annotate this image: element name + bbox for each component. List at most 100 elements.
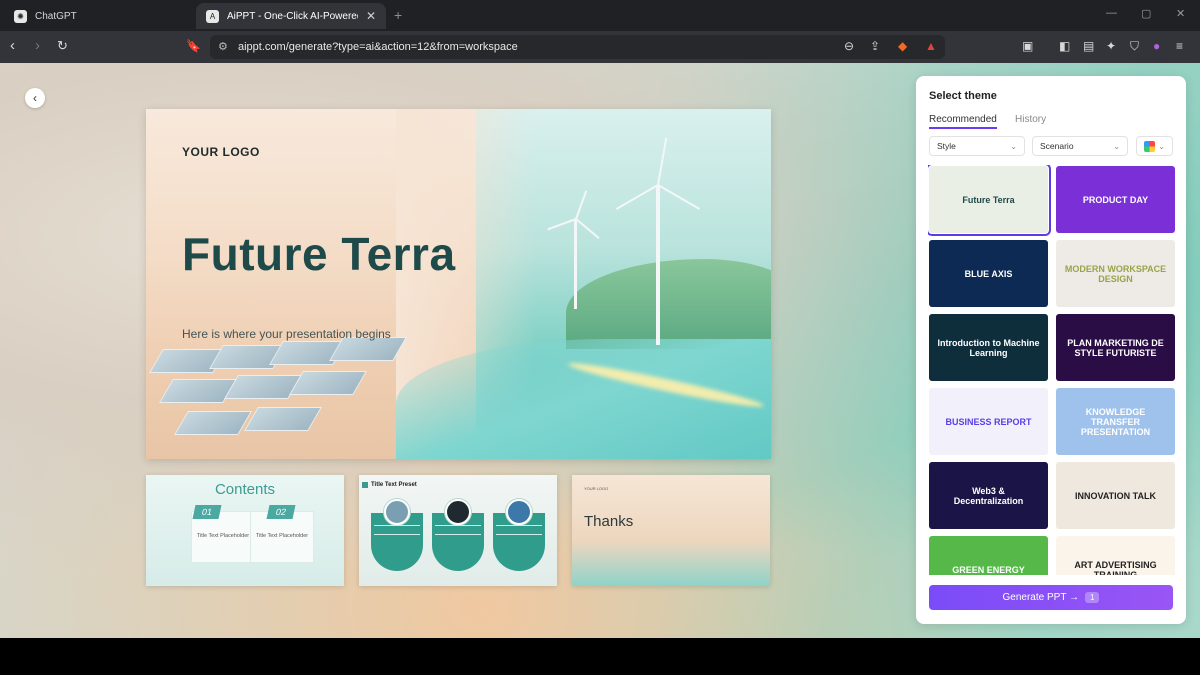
theme-card-label: INNOVATION TALK: [1075, 490, 1156, 501]
theme-panel-title: Select theme: [929, 90, 997, 102]
chatgpt-icon: ✺: [14, 9, 27, 23]
close-window-icon[interactable]: ✕: [1176, 7, 1185, 20]
nav-bar: ‹ › ↻ 🔖 ⚙ aippt.com/generate?type=ai&act…: [0, 31, 1200, 63]
share-icon[interactable]: ⇪: [870, 39, 880, 53]
tab-title: ChatGPT: [35, 10, 77, 22]
theme-card-label: Future Terra: [962, 194, 1015, 205]
minimize-icon[interactable]: —: [1106, 7, 1117, 19]
page-content: ‹ YOUR LOGO Future Terra Here is where y…: [0, 63, 1200, 638]
preset-text-lines: [496, 525, 542, 535]
slide-title: Future Terra: [182, 228, 456, 280]
theme-card[interactable]: GREEN ENERGY: [929, 536, 1048, 575]
contents-title: Contents: [214, 481, 276, 498]
zoom-icon[interactable]: ⊖: [844, 39, 854, 53]
preset-text-lines: [435, 525, 481, 535]
chevron-down-icon: ⌄: [1010, 141, 1017, 151]
theme-card-label: Web3 & Decentralization: [953, 485, 1024, 506]
scenario-dropdown[interactable]: Scenario ⌄: [1032, 136, 1128, 156]
contents-label: Title Text Placeholder: [196, 533, 250, 539]
theme-card[interactable]: Future Terra: [928, 165, 1051, 236]
theme-panel: Select theme Recommended History Style ⌄…: [916, 76, 1186, 624]
preset-image: [384, 499, 410, 525]
black-bar: [0, 638, 1200, 675]
close-tab-icon[interactable]: ✕: [366, 9, 376, 23]
scenario-dropdown-label: Scenario: [1040, 141, 1074, 151]
style-dropdown[interactable]: Style ⌄: [929, 136, 1025, 156]
tab-bar: ✺ ChatGPT A AiPPT - One-Click AI-Powered…: [0, 0, 1200, 31]
chevron-down-icon: ⌄: [1113, 141, 1120, 151]
thanks-title: Thanks: [584, 513, 634, 530]
generate-ppt-button[interactable]: Generate PPT → 1: [929, 585, 1173, 610]
maximize-icon[interactable]: ▢: [1141, 7, 1151, 20]
theme-card-label: Introduction to Machine Learning: [937, 337, 1040, 358]
theme-card[interactable]: KNOWLEDGE TRANSFER PRESENTATION: [1056, 388, 1175, 455]
new-tab-icon[interactable]: +: [394, 7, 402, 23]
sidebar-icon[interactable]: ◧: [1059, 39, 1070, 53]
theme-card[interactable]: BLUE AXIS: [929, 240, 1048, 307]
forward-icon[interactable]: ›: [35, 37, 40, 55]
slide-logo: YOUR LOGO: [182, 145, 260, 159]
tab-history[interactable]: History: [1015, 114, 1046, 125]
tab-title: AiPPT - One-Click AI-Powered S: [227, 10, 358, 22]
tab-aippt[interactable]: A AiPPT - One-Click AI-Powered S ✕: [196, 3, 386, 29]
theme-card[interactable]: MODERN WORKSPACE DESIGN: [1056, 240, 1175, 307]
title-marker: [362, 482, 368, 488]
back-icon[interactable]: ‹: [10, 37, 15, 55]
aippt-icon: A: [206, 9, 219, 23]
url-text: aippt.com/generate?type=ai&action=12&fro…: [238, 41, 518, 53]
generate-ppt-badge: 1: [1085, 592, 1100, 603]
thanks-logo: YOUR LOGO: [584, 486, 609, 491]
generate-ppt-label: Generate PPT →: [1002, 592, 1080, 603]
site-settings-icon[interactable]: ⚙: [218, 40, 228, 53]
theme-card[interactable]: Web3 & Decentralization: [929, 462, 1048, 529]
preset-image: [445, 499, 471, 525]
theme-card-label: PRODUCT DAY: [1082, 194, 1149, 205]
preset-text-lines: [374, 525, 420, 535]
rewards-icon[interactable]: ▲: [925, 39, 937, 53]
theme-card-label: BLUE AXIS: [964, 268, 1013, 279]
theme-card-label: ART ADVERTISING TRAINING: [1074, 559, 1157, 576]
chevron-left-icon: ‹: [33, 91, 37, 105]
theme-card[interactable]: PRODUCT DAY: [1056, 166, 1175, 233]
theme-card[interactable]: INNOVATION TALK: [1056, 462, 1175, 529]
reload-icon[interactable]: ↻: [57, 37, 68, 55]
slide-subtitle: Here is where your presentation begins: [182, 327, 391, 341]
back-button[interactable]: ‹: [25, 88, 45, 108]
preset-title: Title Text Preset: [371, 482, 417, 488]
contents-thumbnail[interactable]: Contents 01 Title Text Placeholder 02 Ti…: [146, 475, 344, 586]
theme-card[interactable]: Introduction to Machine Learning: [929, 314, 1048, 381]
ai-assistant-icon[interactable]: ✦: [1106, 39, 1116, 53]
theme-card[interactable]: BUSINESS REPORT: [929, 388, 1048, 455]
theme-card-label: PLAN MARKETING DE STYLE FUTURISTE: [1067, 337, 1164, 358]
vpn-icon[interactable]: ⛉: [1130, 39, 1139, 54]
theme-card-label: GREEN ENERGY: [952, 564, 1025, 575]
bookmark-icon[interactable]: 🔖: [186, 37, 201, 55]
theme-card[interactable]: ART ADVERTISING TRAINING: [1056, 536, 1175, 575]
slide-preview: YOUR LOGO Future Terra Here is where you…: [146, 109, 771, 459]
contents-label: Title Text Placeholder: [255, 533, 309, 539]
contents-number: 02: [266, 505, 296, 519]
theme-grid: Future Terra PRODUCT DAY BLUE AXIS MODERN W…: [928, 165, 1175, 575]
tab-chatgpt[interactable]: ✺ ChatGPT: [4, 3, 192, 29]
menu-icon[interactable]: ≡: [1176, 39, 1183, 53]
preset-image: [506, 499, 532, 525]
brave-shield-icon[interactable]: ◆: [898, 39, 907, 53]
color-palette-icon: [1144, 140, 1155, 152]
wallet-icon[interactable]: ▤: [1083, 39, 1094, 53]
thanks-thumbnail[interactable]: YOUR LOGO Thanks: [572, 475, 770, 586]
tab-recommended[interactable]: Recommended: [929, 114, 997, 129]
theme-card-label: BUSINESS REPORT: [945, 416, 1032, 427]
preset-thumbnail[interactable]: Title Text Preset: [359, 475, 557, 586]
translate-icon[interactable]: ▣: [1022, 39, 1033, 53]
contents-number: 01: [192, 505, 222, 519]
theme-card-label: MODERN WORKSPACE DESIGN: [1064, 263, 1167, 284]
theme-card-label: KNOWLEDGE TRANSFER PRESENTATION: [1080, 406, 1151, 437]
color-dropdown[interactable]: ⌄: [1136, 136, 1173, 156]
solar-panels: [146, 337, 476, 459]
chevron-down-icon: ⌄: [1158, 141, 1165, 151]
theme-card[interactable]: PLAN MARKETING DE STYLE FUTURISTE: [1056, 314, 1175, 381]
style-dropdown-label: Style: [937, 141, 956, 151]
address-bar[interactable]: ⚙ aippt.com/generate?type=ai&action=12&f…: [210, 35, 945, 59]
browser-window: ✺ ChatGPT A AiPPT - One-Click AI-Powered…: [0, 0, 1200, 638]
profile-icon[interactable]: ●: [1153, 39, 1160, 53]
